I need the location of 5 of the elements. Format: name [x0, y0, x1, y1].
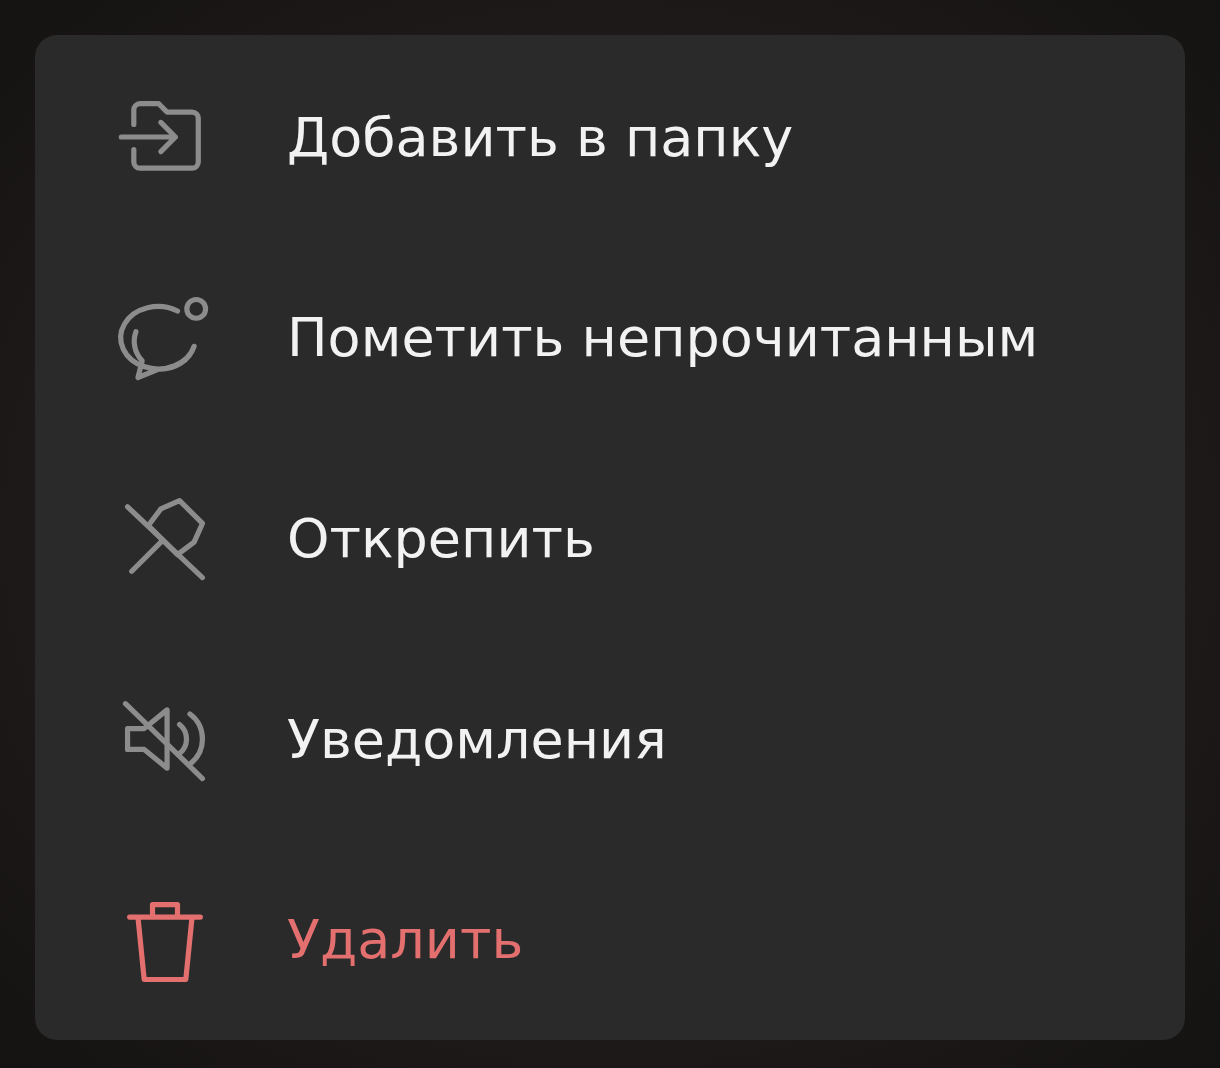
menu-item[interactable]: Добавить в папку [35, 37, 1185, 238]
menu-item[interactable]: Открепить [35, 438, 1185, 639]
menu-item[interactable]: Уведомления [35, 638, 1185, 840]
menu-item[interactable]: Пометить непрочитанным [35, 237, 1185, 439]
menu-item[interactable]: Удалить [35, 839, 1185, 1040]
